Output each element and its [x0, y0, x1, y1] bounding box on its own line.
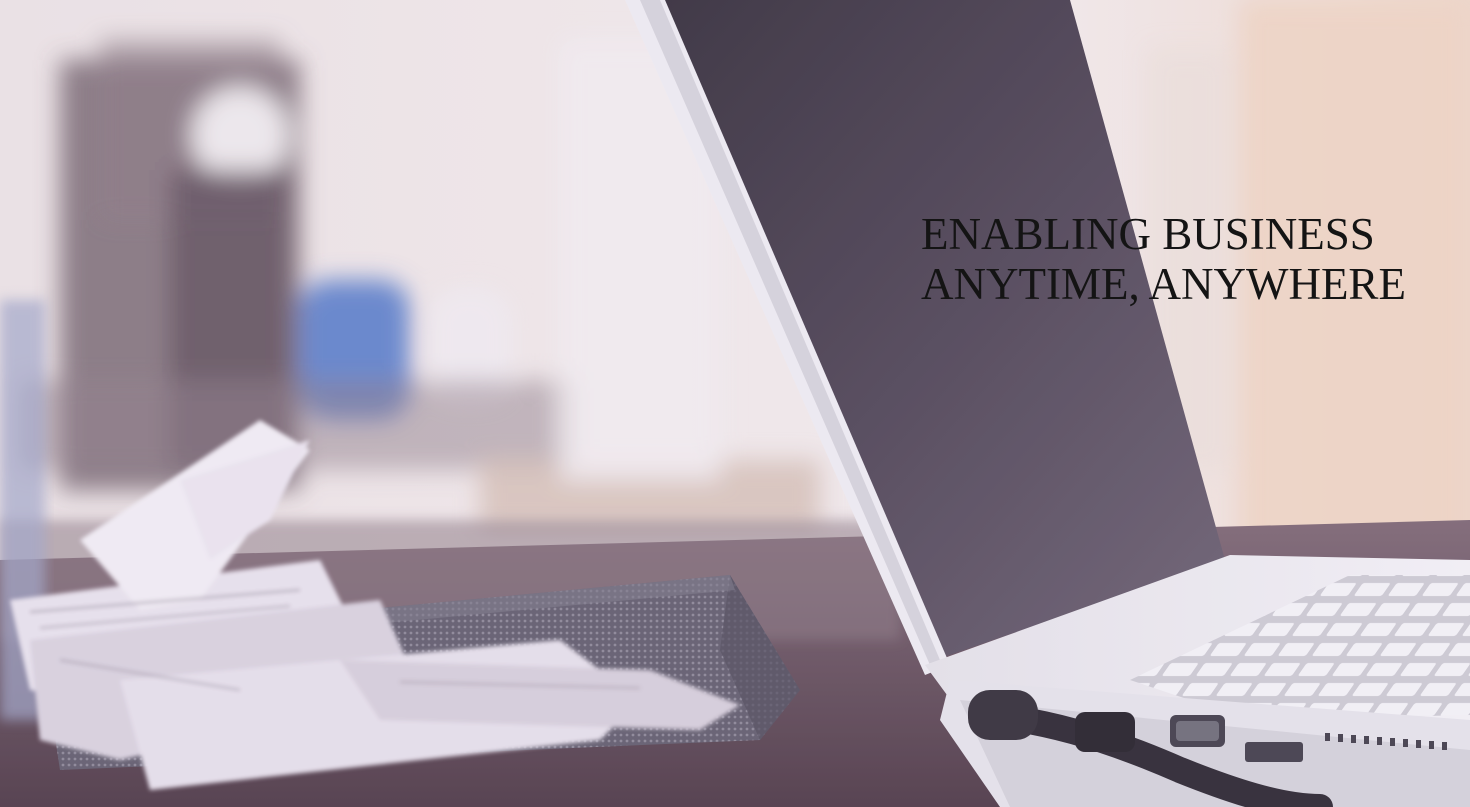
laptop-desk-image: [0, 0, 1470, 807]
hero-headline: ENABLING BUSINESS ANYTIME, ANYWHERE: [921, 209, 1466, 309]
headline-line-1: ENABLING BUSINESS: [921, 209, 1375, 259]
headline-line-2: ANYTIME, ANYWHERE: [921, 259, 1406, 309]
hero-photo: [0, 0, 1470, 807]
